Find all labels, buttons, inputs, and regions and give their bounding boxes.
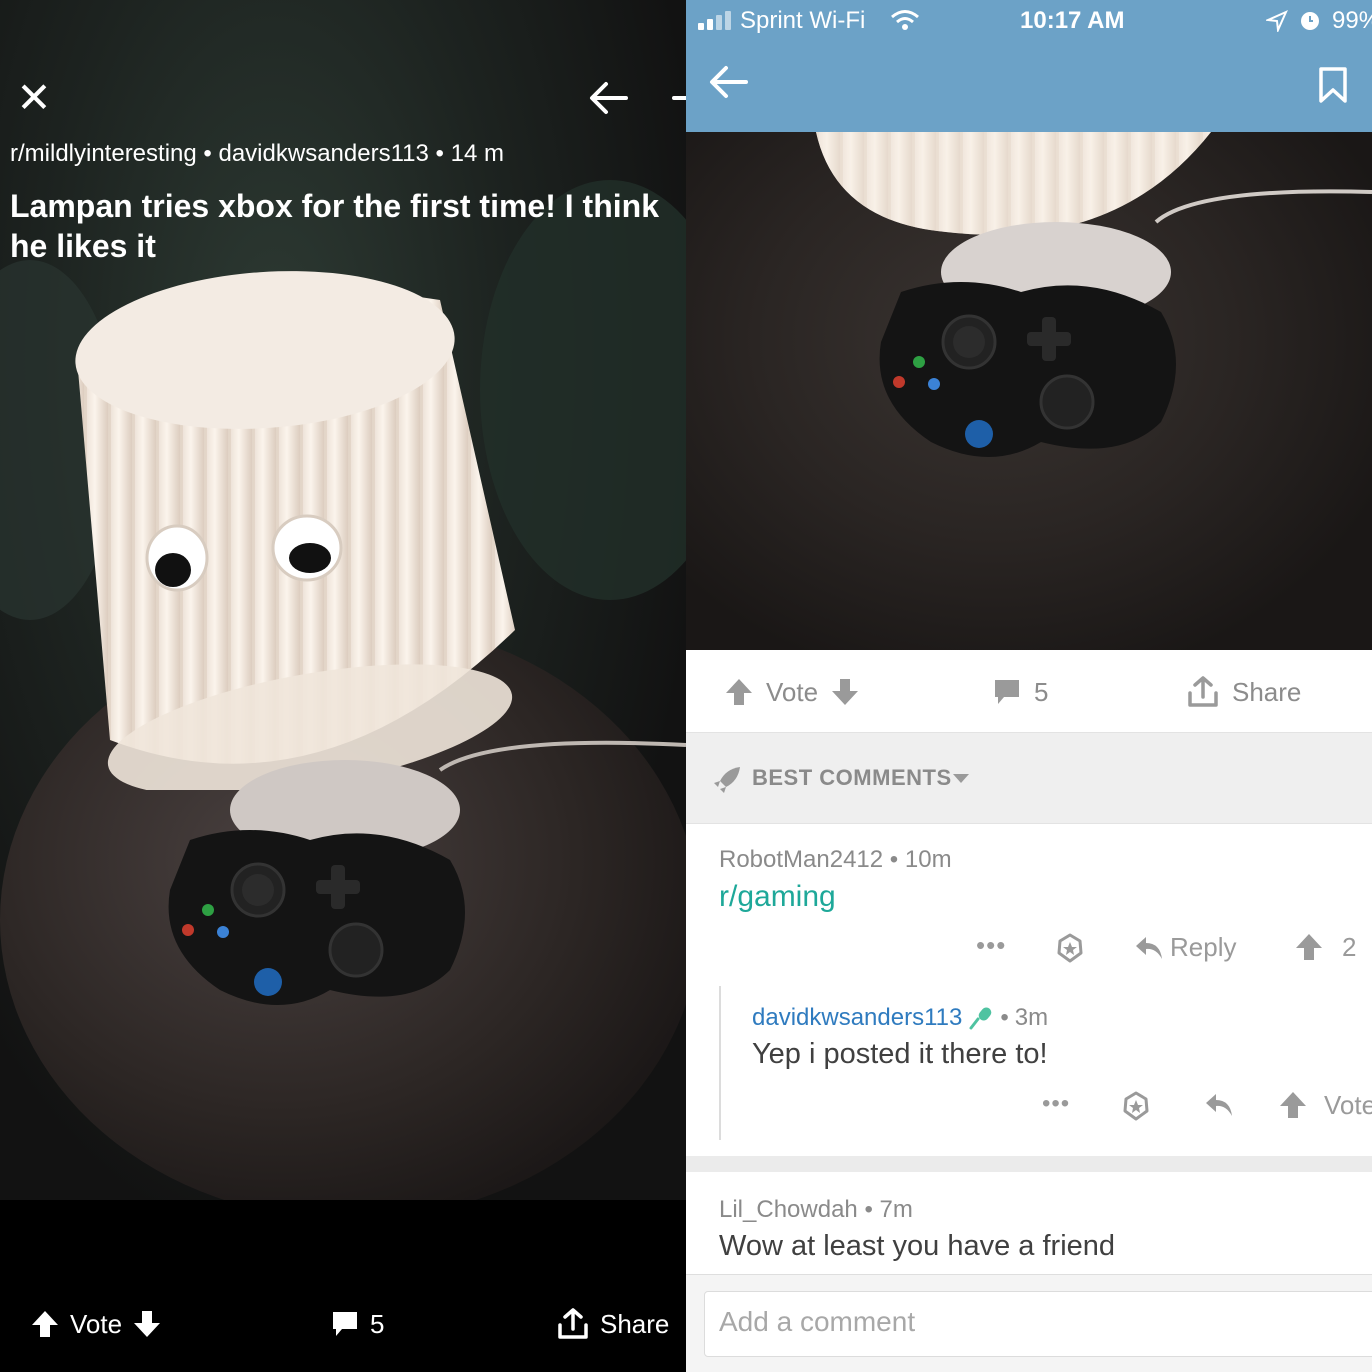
post-meta: r/mildlyinteresting • davidkwsanders113 … <box>10 140 504 168</box>
comment-meta: davidkwsanders113 • 3m <box>752 1004 1049 1032</box>
sort-label: BEST COMMENTS <box>752 765 952 790</box>
comment-count: 5 <box>1034 676 1049 707</box>
post-title: Lampan tries xbox for the first time! I … <box>10 188 659 264</box>
comment-sort-bar[interactable]: BEST COMMENTS <box>686 732 1372 824</box>
add-comment-input[interactable]: Add a comment <box>704 1291 1372 1357</box>
meta-separator: • <box>203 140 212 167</box>
lamp-illustration <box>75 271 515 790</box>
vote-label: Vote <box>70 1308 123 1339</box>
next-arrow-icon[interactable] <box>672 78 686 118</box>
vote-label: Vote <box>1324 1090 1372 1120</box>
comment-bubble-icon <box>995 680 1019 704</box>
post-header: ✕ r/mildlyinteresting • davidkwsanders11… <box>0 0 686 270</box>
author-link[interactable]: davidkwsanders113 <box>218 140 428 167</box>
share-label: Share <box>600 1308 670 1339</box>
xbox-controller <box>879 282 1176 457</box>
more-options-icon[interactable]: ••• <box>976 930 1006 961</box>
post-action-bar: Vote 5 Share <box>686 650 1372 732</box>
comment-body-link[interactable]: r/gaming <box>719 880 836 914</box>
share-icon <box>558 1308 588 1339</box>
reply-label: Reply <box>1170 932 1237 962</box>
upvote-icon[interactable] <box>30 1309 60 1339</box>
post-age: 14 m <box>450 140 504 167</box>
vote-control: Vote <box>30 1304 162 1344</box>
comment-age: 3m <box>1014 1004 1049 1031</box>
battery-label: 99% <box>1332 7 1372 34</box>
rocket-icon <box>714 767 740 793</box>
chevron-down-icon <box>953 774 969 783</box>
reply-arrow-icon[interactable] <box>1204 1092 1234 1118</box>
signal-icon <box>698 11 731 30</box>
lamp-cable <box>1154 189 1372 224</box>
share-icon <box>1188 676 1218 707</box>
carrier-label: Sprint Wi-Fi <box>740 7 866 34</box>
back-arrow-icon[interactable] <box>706 62 750 102</box>
award-icon[interactable] <box>1054 932 1086 964</box>
award-icon[interactable] <box>1120 1090 1152 1122</box>
vote-label: Vote <box>766 676 819 707</box>
post-action-bar: Vote 5 Share <box>0 1290 686 1360</box>
reply-thread-line <box>719 986 721 1140</box>
nav-bar <box>686 42 1372 132</box>
close-icon[interactable]: ✕ <box>14 77 54 119</box>
comments-button[interactable]: 5 <box>992 672 1048 712</box>
clock: 10:17 AM <box>1020 7 1125 34</box>
comment-author-op[interactable]: davidkwsanders113 <box>752 1004 962 1032</box>
reply-arrow-icon <box>1136 936 1162 959</box>
right-comments-view: Sprint Wi-Fi 10:17 AM 99% <box>686 0 1372 1372</box>
downvote-icon[interactable] <box>830 677 860 707</box>
bookmark-icon[interactable] <box>1318 66 1348 104</box>
comment-body: Yep i posted it there to! <box>752 1038 1048 1070</box>
comment-author[interactable]: RobotMan2412 <box>719 846 883 873</box>
wifi-icon <box>891 10 919 30</box>
left-post-view: ✕ r/mildlyinteresting • davidkwsanders11… <box>0 0 686 1372</box>
microphone-icon <box>969 1007 992 1030</box>
comment-author[interactable]: Lil_Chowdah <box>719 1196 858 1223</box>
subreddit-link[interactable]: r/mildlyinteresting <box>10 140 197 167</box>
share-button[interactable]: Share <box>556 1304 669 1344</box>
comment-divider <box>686 1156 1372 1172</box>
xbox-controller <box>168 830 466 1005</box>
back-arrow-icon[interactable] <box>586 78 630 118</box>
comments-button[interactable]: 5 <box>330 1304 384 1344</box>
vote-control: Vote <box>724 672 860 712</box>
upvote-icon[interactable] <box>724 677 754 707</box>
comment-meta: RobotMan2412 • 10m <box>719 846 952 873</box>
comment-meta: Lil_Chowdah • 7m <box>719 1196 913 1223</box>
comment-age: 7m <box>879 1196 913 1223</box>
meta-separator: • <box>435 140 444 167</box>
share-label: Share <box>1232 676 1302 707</box>
share-button[interactable]: Share <box>1186 672 1301 712</box>
comment-score: 2 <box>1342 932 1357 962</box>
status-bar: Sprint Wi-Fi 10:17 AM 99% <box>686 0 1372 42</box>
comment: Lil_Chowdah • 7m Wow at least you have a… <box>686 1172 1372 1274</box>
comment-body: Wow at least you have a friend <box>719 1230 1116 1262</box>
location-icon <box>1266 10 1288 32</box>
more-options-icon[interactable]: ••• <box>1042 1090 1070 1118</box>
comment-age: 10m <box>904 846 952 873</box>
post-image[interactable] <box>686 132 1372 650</box>
reply-button[interactable]: Reply <box>1134 932 1236 963</box>
lamp-cable <box>438 740 686 772</box>
upvote-icon[interactable] <box>1278 1090 1308 1120</box>
add-comment-bar: Add a comment <box>686 1274 1372 1372</box>
comment-count: 5 <box>370 1308 385 1339</box>
comment-bubble-icon <box>333 1312 357 1336</box>
alarm-icon <box>1301 12 1319 30</box>
downvote-icon[interactable] <box>132 1309 162 1339</box>
upvote-icon[interactable] <box>1294 932 1324 962</box>
comment: RobotMan2412 • 10m r/gaming ••• Reply 2 … <box>686 824 1372 1154</box>
